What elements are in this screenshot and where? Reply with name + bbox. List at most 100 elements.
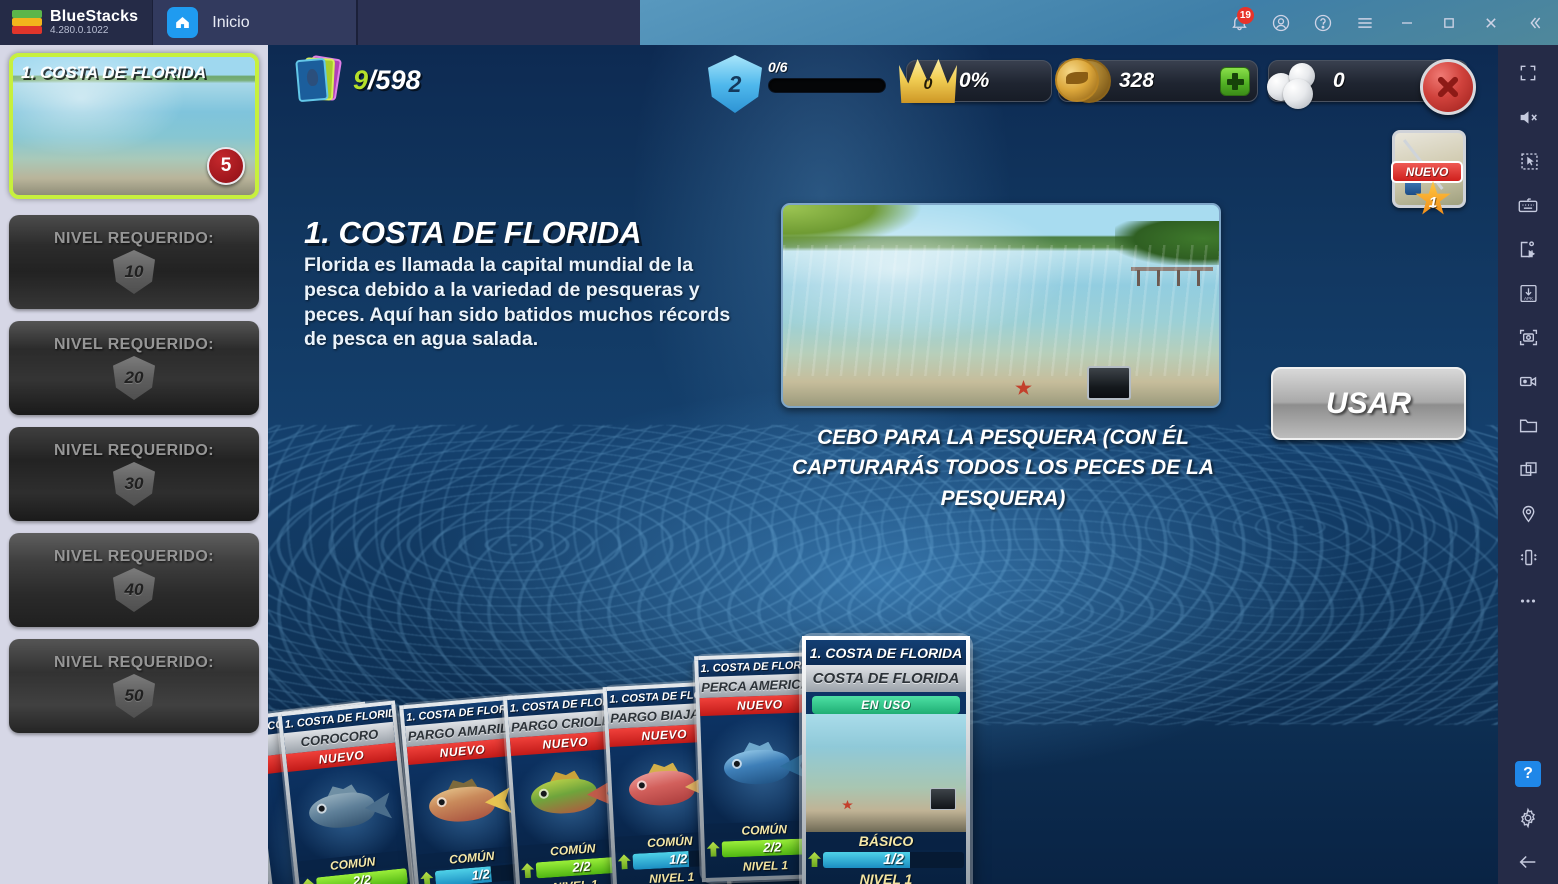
keyboard-controls-icon[interactable] bbox=[1505, 183, 1551, 227]
tab-inicio-label: Inicio bbox=[212, 13, 250, 31]
level-value: 20 bbox=[124, 368, 144, 387]
bait-caption: CEBO PARA LA PESQUERA (CON ÉL CAPTURARÁS… bbox=[792, 426, 1214, 510]
card-art bbox=[287, 760, 407, 862]
account-button[interactable] bbox=[1262, 0, 1300, 45]
upgrade-arrow-icon bbox=[521, 863, 535, 879]
collapse-panel-button[interactable] bbox=[1514, 0, 1552, 45]
minimize-button[interactable] bbox=[1388, 0, 1426, 45]
add-coins-button[interactable] bbox=[1220, 67, 1250, 96]
close-screen-button[interactable] bbox=[1420, 59, 1476, 115]
card-stack-icon bbox=[295, 54, 343, 106]
notifications-button[interactable]: 19 bbox=[1220, 0, 1258, 45]
shake-icon[interactable] bbox=[1505, 535, 1551, 579]
use-button-label: USAR bbox=[1325, 386, 1411, 420]
sidebar-item-locked-10[interactable]: NIVEL REQUERIDO: 10 bbox=[9, 215, 259, 309]
help-button[interactable] bbox=[1304, 0, 1342, 45]
fish-icon bbox=[417, 771, 518, 839]
pearl-icon bbox=[1265, 59, 1329, 109]
map-card-count: 5 bbox=[207, 147, 245, 185]
install-apk-icon[interactable]: APK bbox=[1505, 271, 1551, 315]
league-percent: 0% bbox=[959, 69, 990, 92]
bluestacks-logo: BlueStacks 4.280.0.1022 bbox=[0, 0, 152, 45]
brand-version: 4.280.0.1022 bbox=[50, 24, 109, 36]
screenshot-icon[interactable] bbox=[1505, 315, 1551, 359]
card-carousel[interactable]: 1. COSTA DE FLORIDA 1. COSTA DE FLORIDA … bbox=[268, 614, 1498, 884]
notification-badge: 19 bbox=[1236, 7, 1254, 24]
screen-record-icon[interactable] bbox=[1505, 359, 1551, 403]
level-value: 40 bbox=[124, 580, 144, 599]
menu-button[interactable] bbox=[1346, 0, 1384, 45]
more-options-icon[interactable] bbox=[1505, 579, 1551, 623]
fullscreen-icon[interactable] bbox=[1505, 51, 1551, 95]
level-required-label: NIVEL REQUERIDO: bbox=[54, 654, 214, 671]
location-icon[interactable] bbox=[1505, 491, 1551, 535]
star-count: 1 bbox=[1428, 193, 1438, 211]
level-progress-bar bbox=[768, 78, 886, 93]
pearls-value: 0 bbox=[1333, 69, 1345, 92]
list-item-selected[interactable]: 1. COSTA DE FLORIDA COSTA DE FLORIDA EN … bbox=[802, 636, 970, 884]
upgrade-arrow-icon bbox=[808, 852, 821, 867]
macro-recorder-icon[interactable] bbox=[1505, 227, 1551, 271]
new-reward-tile[interactable]: NUEVO 1 bbox=[1391, 130, 1466, 215]
mute-icon[interactable] bbox=[1505, 95, 1551, 139]
trophy-count: 0 bbox=[923, 76, 933, 93]
use-button[interactable]: USAR bbox=[1271, 367, 1466, 440]
multi-instance-icon[interactable] bbox=[1505, 447, 1551, 491]
settings-icon[interactable] bbox=[1505, 796, 1551, 840]
fish-icon bbox=[296, 776, 398, 846]
bluestacks-stack-icon bbox=[12, 9, 42, 36]
list-item[interactable]: 1. COSTA DE FLORIDA COROCORO NUEVO COMÚN… bbox=[277, 700, 417, 884]
page-description: Florida es llamada la capital mundial de… bbox=[304, 254, 731, 351]
tackle-box-icon bbox=[930, 788, 956, 810]
level-required-label: NIVEL REQUERIDO: bbox=[54, 442, 214, 459]
coins-pill[interactable]: 328 bbox=[1055, 58, 1258, 103]
brand-name: BlueStacks bbox=[50, 7, 139, 25]
sidebar-item-locked-30[interactable]: NIVEL REQUERIDO: 30 bbox=[9, 427, 259, 521]
cards-counter: 9/598 bbox=[295, 54, 421, 106]
map-title: 1. COSTA DE FLORIDA bbox=[21, 63, 207, 82]
svg-text:APK: APK bbox=[1523, 296, 1532, 301]
sidebar-item-locked-50[interactable]: NIVEL REQUERIDO: 50 bbox=[9, 639, 259, 733]
sidebar-item-costa-de-florida[interactable]: 1. COSTA DE FLORIDA 5 bbox=[9, 53, 259, 199]
fish-icon bbox=[713, 736, 811, 799]
map-sidebar[interactable]: 1. COSTA DE FLORIDA 5 NIVEL REQUERIDO: 1… bbox=[0, 45, 268, 884]
player-level-value: 2 bbox=[728, 70, 742, 97]
game-hud: 9/598 2 0/6 0 0% 328 0 NUEVO 1 bbox=[268, 45, 1498, 215]
tab-fishing-clash[interactable]: Fishing Clash bbox=[357, 0, 1558, 487]
maximize-button[interactable] bbox=[1430, 0, 1468, 45]
coin-icon bbox=[1051, 58, 1113, 104]
player-level: 2 0/6 bbox=[708, 53, 886, 113]
back-icon[interactable] bbox=[1505, 840, 1551, 884]
level-value: 50 bbox=[124, 686, 144, 705]
tackle-box-decoration bbox=[1087, 366, 1131, 400]
cards-total: 598 bbox=[375, 64, 421, 95]
water-ripples-decoration bbox=[783, 245, 1219, 376]
fish-icon bbox=[519, 764, 619, 831]
media-folder-icon[interactable] bbox=[1505, 403, 1551, 447]
level-badge: 10 bbox=[113, 250, 155, 294]
game-viewport: 9/598 2 0/6 0 0% 328 0 NUEVO 1 1. COSTA … bbox=[268, 45, 1498, 884]
card-progress: 1/2 bbox=[808, 850, 964, 869]
titlebar: BlueStacks 4.280.0.1022 Inicio Fishing C… bbox=[0, 0, 1558, 487]
help-icon[interactable]: ? bbox=[1505, 752, 1551, 796]
page-title: 1. COSTA DE FLORIDA bbox=[304, 215, 642, 250]
tab-inicio[interactable]: Inicio bbox=[152, 0, 358, 45]
fishery-hero-image bbox=[781, 203, 1221, 408]
starfish-decoration bbox=[1015, 380, 1032, 395]
crown-icon: 0 bbox=[899, 59, 957, 103]
upgrade-arrow-icon bbox=[617, 854, 631, 870]
new-badge: NUEVO bbox=[1391, 161, 1463, 183]
multi-select-icon[interactable] bbox=[1505, 139, 1551, 183]
close-button[interactable] bbox=[1472, 0, 1510, 45]
sidebar-item-locked-40[interactable]: NIVEL REQUERIDO: 40 bbox=[9, 533, 259, 627]
card-ribbon-in-use: EN USO bbox=[812, 696, 960, 714]
bluestacks-window: BlueStacks 4.280.0.1022 Inicio Fishing C… bbox=[0, 0, 1558, 884]
titlebar-actions: 19 bbox=[1220, 0, 1558, 45]
league-pill[interactable]: 0 0% bbox=[899, 59, 1052, 103]
sidebar-item-locked-20[interactable]: NIVEL REQUERIDO: 20 bbox=[9, 321, 259, 415]
level-badge: 50 bbox=[113, 674, 155, 718]
level-required-label: NIVEL REQUERIDO: bbox=[54, 230, 214, 247]
card-art bbox=[806, 714, 966, 832]
level-badge: 30 bbox=[113, 462, 155, 506]
home-icon bbox=[167, 7, 199, 38]
